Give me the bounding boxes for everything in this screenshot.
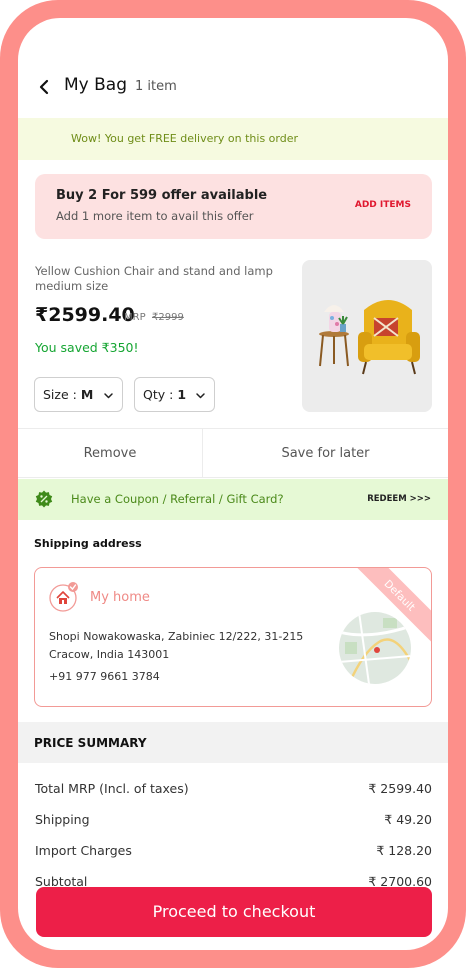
offer-subtitle: Add 1 more item to avail this offer (56, 209, 254, 223)
price-row-label: Shipping (35, 812, 90, 827)
add-items-button[interactable]: ADD ITEMS (355, 200, 411, 210)
savings-text: You saved ₹350! (35, 340, 139, 355)
remove-button[interactable]: Remove (18, 429, 203, 478)
qty-label: Qty : (143, 387, 174, 402)
mrp-label: MRP (124, 312, 146, 323)
price-row-value: ₹ 49.20 (384, 812, 432, 827)
free-delivery-text: Wow! You get FREE delivery on this order (71, 132, 299, 145)
price-row: Import Charges ₹ 128.20 (18, 843, 448, 863)
shipping-address-label: Shipping address (34, 537, 142, 550)
coupon-banner[interactable]: Have a Coupon / Referral / Gift Card? RE… (18, 479, 448, 520)
address-line-1: Shopi Nowakowaska, Zabiniec 12/222, 31-2… (49, 630, 304, 643)
back-arrow-icon[interactable] (36, 78, 54, 96)
default-badge-text: Default (381, 577, 418, 614)
size-value: M (80, 387, 94, 402)
address-line-2: Cracow, India 143001 (49, 648, 170, 661)
coupon-badge-icon (35, 490, 53, 508)
header: My Bag 1 item (18, 72, 448, 102)
price-row-value: ₹ 2599.40 (368, 781, 432, 796)
size-label: Size : (43, 387, 77, 402)
price-row-value: ₹ 128.20 (376, 843, 432, 858)
free-delivery-banner: Wow! You get FREE delivery on this order (18, 118, 448, 160)
chevron-down-icon (104, 393, 113, 399)
screen: My Bag 1 item Wow! You get FREE delivery… (18, 18, 448, 950)
product-image[interactable] (302, 260, 432, 412)
price-summary-header: PRICE SUMMARY (18, 722, 448, 763)
page-title: My Bag (64, 75, 128, 95)
offer-card: Buy 2 For 599 offer available Add 1 more… (35, 174, 432, 239)
address-phone: +91 977 9661 3784 (49, 670, 160, 683)
map-thumbnail (339, 612, 411, 684)
home-icon (49, 582, 78, 612)
address-card[interactable]: My home Shopi Nowakowaska, Zabiniec 12/2… (34, 567, 432, 707)
device-frame: My Bag 1 item Wow! You get FREE delivery… (0, 0, 466, 968)
price-row-label: Total MRP (Incl. of taxes) (35, 781, 189, 796)
proceed-to-checkout-button[interactable]: Proceed to checkout (36, 887, 432, 937)
qty-value: 1 (177, 387, 187, 402)
item-actions: Remove Save for later (18, 428, 448, 478)
price-row: Total MRP (Incl. of taxes) ₹ 2599.40 (18, 781, 448, 801)
mrp-value: ₹2999 (152, 312, 184, 323)
size-select[interactable]: Size : M (34, 377, 123, 412)
address-name: My home (90, 590, 150, 605)
offer-title: Buy 2 For 599 offer available (56, 188, 268, 203)
item-count: 1 item (135, 79, 177, 94)
chevron-down-icon (196, 393, 205, 399)
product-price: ₹2599.40 (35, 304, 135, 326)
redeem-button[interactable]: REDEEM >>> (367, 494, 431, 504)
quantity-select[interactable]: Qty : 1 (134, 377, 215, 412)
price-row-label: Import Charges (35, 843, 132, 858)
price-row: Shipping ₹ 49.20 (18, 812, 448, 832)
price-summary-title: PRICE SUMMARY (34, 736, 147, 750)
coupon-text: Have a Coupon / Referral / Gift Card? (71, 492, 284, 506)
save-for-later-button[interactable]: Save for later (203, 429, 448, 478)
product-name: Yellow Cushion Chair and stand and lamp … (35, 264, 273, 293)
